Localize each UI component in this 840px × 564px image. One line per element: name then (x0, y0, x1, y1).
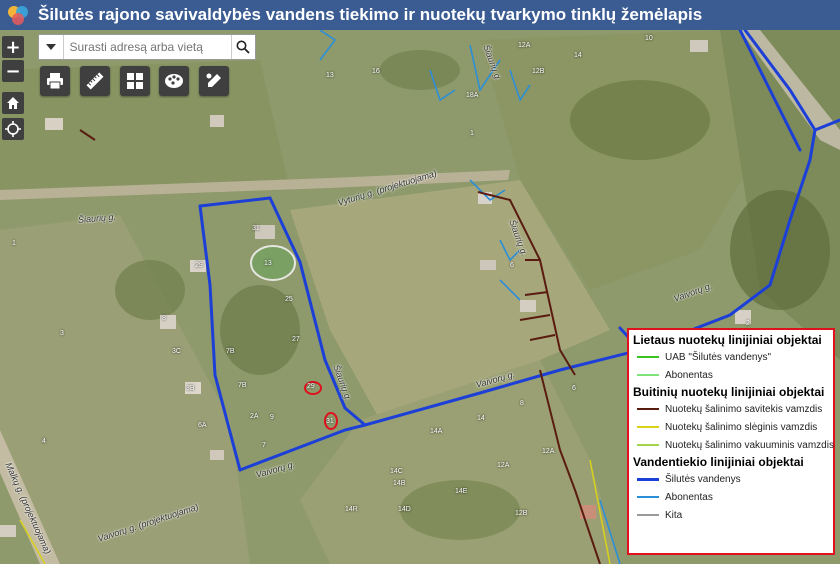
search-icon (236, 40, 250, 54)
legend-swatch (637, 426, 659, 428)
parcel-label: 10 (645, 35, 653, 42)
legend-item-label: Kita (665, 509, 683, 521)
parcel-label: 31 (252, 225, 260, 232)
parcel-label: 4 (42, 438, 46, 445)
home-icon (7, 97, 19, 109)
parcel-label: 25 (285, 296, 293, 303)
map-view[interactable]: 12A 14 10 12B 13 16 1 18A 31 13 29 25 27… (0, 30, 840, 564)
legend-item: Abonentas (633, 366, 829, 384)
parcel-label: 31 (326, 418, 334, 425)
search-box (38, 34, 256, 60)
parcel-label: 12B (532, 68, 545, 75)
parcel-label: 13 (326, 72, 334, 79)
parcel-label: 6 (572, 385, 576, 392)
parcel-label: 12A (497, 462, 510, 469)
print-button[interactable] (40, 66, 70, 96)
legend-item-label: Nuotekų šalinimo savitekis vamzdis (665, 403, 823, 415)
parcel-label: 29 (195, 262, 203, 269)
legend-swatch (637, 444, 659, 446)
draw-icon (206, 73, 221, 87)
home-button[interactable] (2, 92, 24, 114)
search-button[interactable] (230, 35, 256, 59)
legend-item-label: Abonentas (665, 491, 713, 503)
parcel-label: 29 (307, 383, 315, 390)
chevron-down-icon (45, 44, 56, 50)
parcel-label: 3B (186, 385, 195, 392)
legend-item-label: Šilutės vandenys (665, 473, 741, 485)
parcel-label: 2A (250, 413, 259, 420)
legend-swatch (637, 408, 659, 410)
legend-section-title-rain: Lietaus nuotekų linijiniai objektai (633, 333, 822, 347)
parcel-label: 14C (390, 468, 403, 475)
zoom-out-label: − (5, 60, 21, 82)
parcel-label: 7B (226, 348, 235, 355)
legend-item: Kita (633, 506, 829, 524)
legend-swatch (637, 514, 659, 516)
parcel-label: 12A (542, 448, 555, 455)
measure-button[interactable] (80, 66, 110, 96)
measure-icon (86, 72, 104, 90)
basemap-gallery-icon (127, 73, 143, 89)
legend-item: Šilutės vandenys (633, 470, 829, 488)
parcel-label: 27 (292, 336, 300, 343)
parcel-label: 2 (746, 320, 750, 327)
legend-swatch (637, 356, 659, 358)
parcel-label: 16 (372, 68, 380, 75)
parcel-label: 6A (198, 422, 207, 429)
layers-button[interactable] (159, 66, 189, 96)
legend-item: UAB "Šilutės vandenys" (633, 348, 829, 366)
parcel-label: 8 (520, 400, 524, 407)
parcel-label: 14 (477, 415, 485, 422)
parcel-label: 9 (270, 414, 274, 421)
legend-section-title-water: Vandentiekio linijiniai objektai (633, 455, 804, 469)
zoom-in-label: + (5, 36, 21, 58)
legend-item: Nuotekų šalinimo vakuuminis vamzdis (633, 436, 834, 454)
parcel-label: 8 (162, 315, 166, 322)
parcel-label: 3 (60, 330, 64, 337)
search-input[interactable] (63, 36, 231, 58)
parcel-label: 1 (470, 130, 474, 137)
parcel-label: 6 (510, 262, 514, 269)
page-title: Šilutės rajono savivaldybės vandens tiek… (38, 5, 703, 24)
legend-swatch (637, 374, 659, 376)
parcel-label: 14E (455, 488, 468, 495)
parcel-label: 18A (466, 92, 479, 99)
legend-item-label: Abonentas (665, 369, 713, 381)
locate-button[interactable] (2, 118, 24, 140)
draw-button[interactable] (199, 66, 229, 96)
parcel-label: 14B (393, 480, 406, 487)
legend-swatch (637, 477, 659, 481)
parcel-label: 14R (345, 506, 358, 513)
map-legend: Lietaus nuotekų linijiniai objektai UAB … (627, 328, 835, 555)
parcel-label: 7B (238, 382, 247, 389)
legend-item: Nuotekų šalinimo savitekis vamzdis (633, 400, 829, 418)
app-header: Šilutės rajono savivaldybės vandens tiek… (0, 0, 840, 30)
legend-section-title-sewer: Buitinių nuotekų linijiniai objektai (633, 385, 825, 399)
layers-icon (165, 74, 183, 88)
zoom-in-button[interactable]: + (2, 36, 24, 58)
app-logo-icon (8, 6, 28, 25)
parcel-label: 14A (430, 428, 443, 435)
legend-item-label: Nuotekų šalinimo vakuuminis vamzdis (665, 439, 834, 451)
search-source-dropdown[interactable] (39, 35, 64, 59)
basemap-gallery-button[interactable] (120, 66, 150, 96)
legend-swatch (637, 496, 659, 498)
legend-item-label: UAB "Šilutės vandenys" (665, 351, 772, 363)
legend-item: Nuotekų šalinimo slėginis vamzdis (633, 418, 829, 436)
parcel-label: 7 (262, 442, 266, 449)
zoom-out-button[interactable]: − (2, 60, 24, 82)
parcel-label: 14D (398, 506, 411, 513)
locate-icon (5, 121, 21, 137)
legend-item-label: Nuotekų šalinimo slėginis vamzdis (665, 421, 818, 433)
parcel-label: 3C (172, 348, 181, 355)
parcel-label: 13 (264, 260, 272, 267)
parcel-label: 14 (574, 52, 582, 59)
print-icon (47, 73, 63, 90)
legend-item: Abonentas (633, 488, 829, 506)
parcel-label: 1 (12, 240, 16, 247)
parcel-label: 12A (518, 42, 531, 49)
parcel-label: 12B (515, 510, 528, 517)
